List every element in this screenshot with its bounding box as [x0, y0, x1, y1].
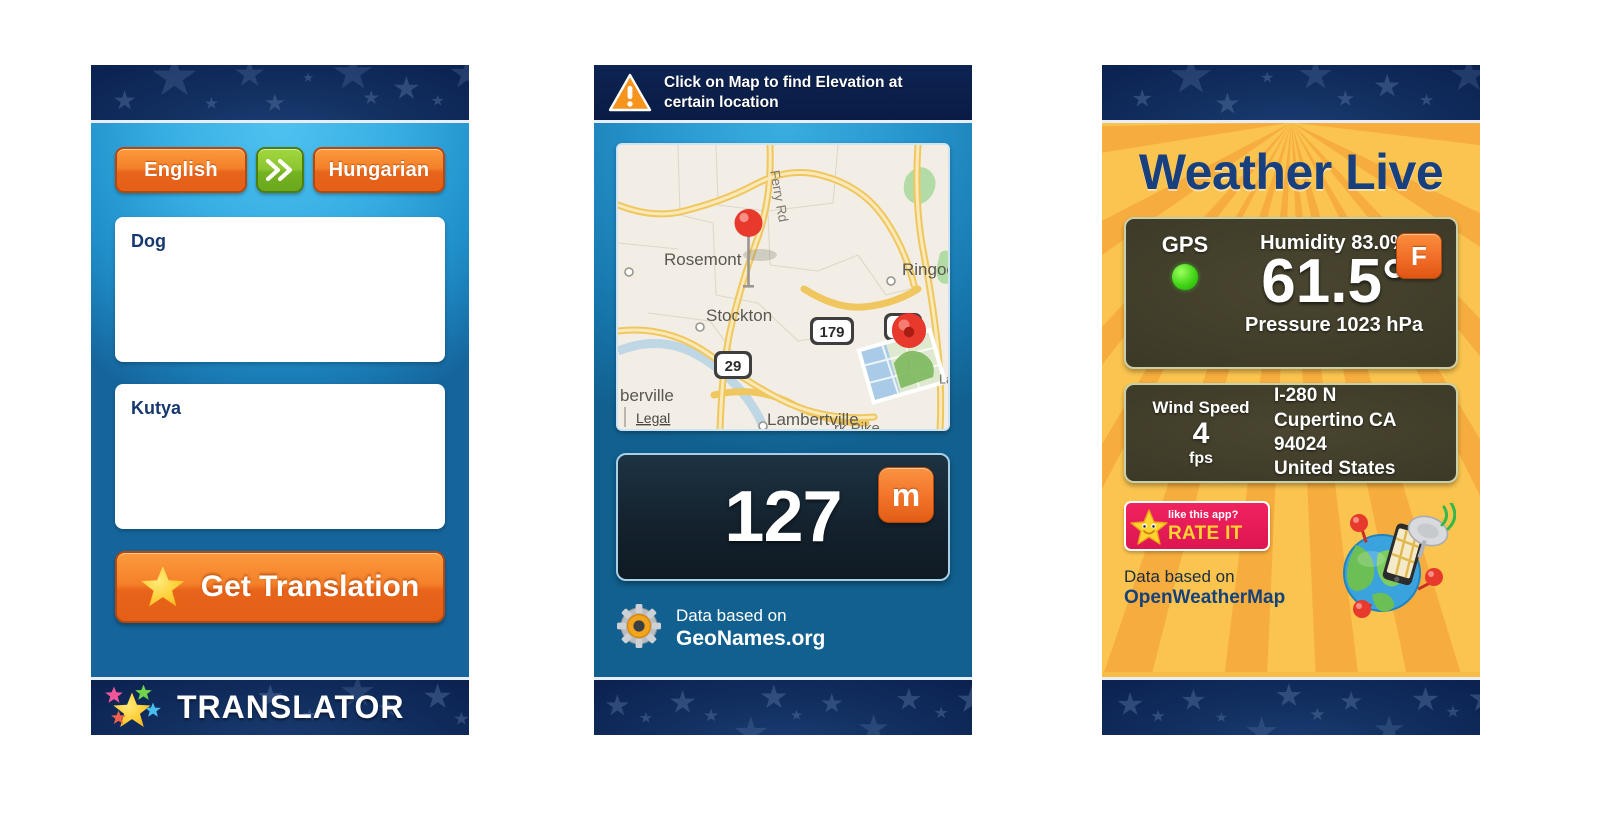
star-pattern: [91, 65, 469, 120]
elevation-readout-card: 127 m: [616, 453, 950, 581]
rate-badge-line1: like this app?: [1168, 508, 1239, 521]
address-line1: I-280 N: [1274, 385, 1337, 407]
warning-triangle-icon: [608, 73, 652, 113]
double-chevron-right-icon: [265, 158, 295, 182]
pressure-value: Pressure 1023 hPa: [1245, 313, 1423, 336]
star-icon: [141, 566, 185, 607]
credit-line1: Data based on: [676, 605, 787, 625]
globe-satellite-phone-icon: [1326, 501, 1457, 626]
get-translation-label: Get Translation: [200, 570, 420, 603]
weather-footer-band: [1102, 677, 1480, 735]
temperature-unit-button[interactable]: F: [1396, 233, 1442, 279]
translator-top-band: [91, 65, 469, 120]
smiling-star-icon: [1130, 509, 1168, 547]
app-screen-weather: Weather Live GPS Humidity 83.0% 61.5° Pr…: [1102, 65, 1480, 735]
elevation-header-line2: certain location: [664, 93, 779, 111]
language-selector-row: English Hungarian: [115, 147, 445, 193]
credit-text: Data based on GeoNames.org: [676, 606, 825, 652]
map-view[interactable]: Rosemont Stockton Ringoes Lambertville b…: [616, 143, 950, 431]
star-pattern: [594, 680, 972, 735]
wind-speed-block: Wind Speed 4 fps: [1142, 398, 1260, 468]
weather-bottom-row: like this app? RATE IT Data based on Ope…: [1124, 501, 1458, 626]
elevation-body: Rosemont Stockton Ringoes Lambertville b…: [594, 120, 972, 677]
address-line3: United States: [1274, 458, 1396, 480]
target-language-button[interactable]: Hungarian: [313, 147, 445, 193]
weather-top-band: [1102, 65, 1480, 120]
wind-speed-label: Wind Speed: [1152, 398, 1250, 418]
svg-text:Legal: Legal: [636, 410, 670, 426]
gear-icon: [616, 603, 662, 654]
app-screen-translator: English Hungarian Dog Kutya Get Translat…: [91, 65, 469, 735]
weather-wind-card: Wind Speed 4 fps I-280 N Cupertino CA 94…: [1124, 383, 1458, 483]
translator-body: English Hungarian Dog Kutya Get Translat…: [91, 120, 469, 677]
gps-indicator: GPS: [1142, 232, 1228, 290]
weather-data-credit: Data based on OpenWeatherMap: [1124, 567, 1320, 610]
svg-text:rk Pike: rk Pike: [834, 420, 880, 431]
star-pattern: [1102, 680, 1480, 735]
location-address: I-280 N Cupertino CA 94024 United States: [1274, 384, 1440, 481]
svg-text:Stockton: Stockton: [706, 306, 772, 325]
weather-body: Weather Live GPS Humidity 83.0% 61.5° Pr…: [1102, 120, 1480, 677]
globe-illustration: [1326, 501, 1458, 626]
wind-speed-unit: fps: [1189, 449, 1213, 467]
star-pattern: [1102, 65, 1480, 120]
elevation-unit-button[interactable]: m: [878, 467, 934, 523]
elevation-value: 127: [724, 477, 842, 557]
swap-languages-button[interactable]: [256, 147, 304, 193]
elevation-header-line1: Click on Map to find Elevation at: [664, 74, 903, 92]
elevation-header: Click on Map to find Elevation at certai…: [594, 65, 972, 120]
get-translation-button[interactable]: Get Translation: [115, 551, 445, 623]
svg-text:29: 29: [725, 358, 742, 375]
translator-footer: TRANSLATOR: [91, 677, 469, 735]
credit-line2: OpenWeatherMap: [1124, 587, 1286, 609]
app-screen-elevation: Click on Map to find Elevation at certai…: [594, 65, 972, 735]
star-cluster-icon: [105, 684, 167, 731]
svg-text:Rosemont: Rosemont: [664, 250, 742, 269]
gps-label: GPS: [1161, 232, 1209, 257]
svg-text:Lambertvill: Lambertvill: [939, 373, 950, 387]
credit-line1: Data based on: [1124, 567, 1235, 586]
weather-content: Weather Live GPS Humidity 83.0% 61.5° Pr…: [1124, 123, 1458, 626]
screenshot-stage: English Hungarian Dog Kutya Get Translat…: [0, 0, 1600, 813]
rate-badge-line2: RATE IT: [1168, 522, 1243, 544]
rate-app-button[interactable]: like this app? RATE IT: [1124, 501, 1270, 551]
green-status-dot: [1172, 264, 1198, 290]
translator-footer-title: TRANSLATOR: [177, 689, 405, 725]
weather-title: Weather Live: [1138, 144, 1444, 200]
svg-text:Ringoes: Ringoes: [902, 260, 950, 279]
target-text-output[interactable]: Kutya: [115, 384, 445, 529]
source-language-button[interactable]: English: [115, 147, 247, 193]
svg-text:berville: berville: [620, 386, 674, 405]
elevation-footer-band: [594, 677, 972, 735]
weather-bottom-left: like this app? RATE IT Data based on Ope…: [1124, 501, 1320, 626]
source-text-input[interactable]: Dog: [115, 217, 445, 362]
elevation-data-credit: Data based on GeoNames.org: [616, 603, 950, 654]
address-line2: Cupertino CA 94024: [1274, 409, 1396, 455]
credit-line2: GeoNames.org: [676, 627, 826, 651]
elevation-header-text: Click on Map to find Elevation at certai…: [664, 73, 903, 112]
wind-speed-value: 4: [1192, 417, 1210, 451]
svg-text:179: 179: [819, 324, 844, 341]
weather-current-card: GPS Humidity 83.0% 61.5° Pressure 1023 h…: [1124, 217, 1458, 369]
